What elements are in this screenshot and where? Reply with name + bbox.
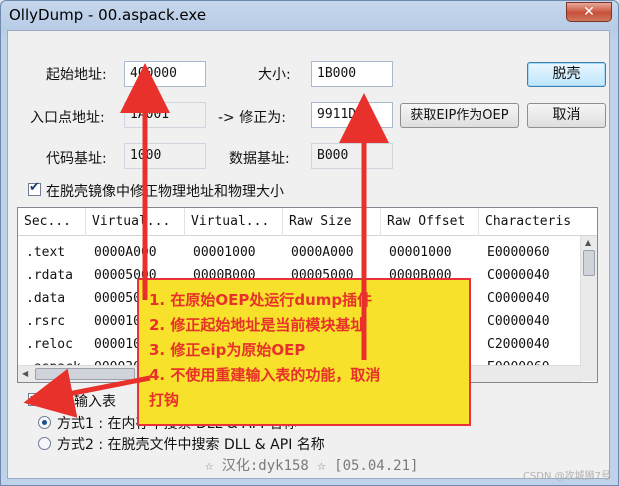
close-button[interactable]: ✕: [566, 2, 612, 22]
table-cell: .reloc: [26, 337, 73, 352]
code-base-label: 代码基址:: [46, 151, 107, 167]
start-address-input[interactable]: 400000: [124, 61, 206, 87]
translator-credit: ☆ 汉化:dyk158 ☆ [05.04.21]: [205, 458, 419, 474]
annotation-callout: 1. 在原始OEP处运行dump插件 2. 修正起始地址是当前模块基址 3. 修…: [137, 278, 471, 426]
col-header-section[interactable]: Sec...: [18, 208, 86, 236]
annotation-line-4: 4. 不使用重建输入表的功能，取消: [149, 366, 381, 384]
rebuild-import-checkbox[interactable]: ✔: [28, 390, 41, 406]
dump-button[interactable]: 脱壳: [527, 62, 606, 87]
size-input[interactable]: 1B000: [311, 61, 393, 87]
table-cell: .text: [26, 245, 66, 260]
modify-to-label: -> 修正为:: [218, 110, 286, 126]
table-cell: 00001000: [193, 245, 256, 260]
table-cell: .rdata: [26, 268, 73, 283]
check-mark-icon: ✔: [29, 390, 40, 405]
fix-raw-checkbox[interactable]: ✔: [28, 180, 41, 196]
annotation-line-3: 3. 修正eip为原始OEP: [149, 341, 306, 359]
get-eip-as-oep-button[interactable]: 获取EIP作为OEP: [400, 103, 519, 128]
window-title: OllyDump - 00.aspack.exe: [9, 6, 207, 24]
modify-oep-input[interactable]: 9911D2: [311, 102, 393, 128]
data-base-label: 数据基址:: [229, 151, 290, 167]
cancel-button[interactable]: 取消: [527, 103, 606, 128]
table-cell: 0000A000: [94, 245, 157, 260]
annotation-line-5: 打钩: [149, 391, 180, 409]
horizontal-scroll-thumb[interactable]: [35, 368, 135, 380]
check-mark-icon: ✔: [29, 180, 40, 195]
table-row[interactable]: .text 0000A000 00001000 0000A000 00001000 E00…: [18, 242, 582, 264]
start-address-label: 起始地址:: [46, 67, 107, 83]
vertical-scroll-thumb[interactable]: [583, 250, 595, 276]
code-base-input[interactable]: 1000: [124, 143, 206, 169]
scroll-up-icon[interactable]: ▲: [585, 238, 591, 247]
annotation-line-2: 2. 修正起始地址是当前模块基址: [149, 316, 366, 334]
col-header-raw-offset[interactable]: Raw Offset: [381, 208, 479, 236]
table-cell: 00001000: [389, 245, 452, 260]
title-bar[interactable]: OllyDump - 00.aspack.exe ✕: [1, 1, 618, 31]
entry-point-label: 入口点地址:: [30, 110, 105, 126]
method2-label: 方式2 : 在脱壳文件中搜索 DLL & API 名称: [57, 437, 325, 453]
entry-point-input[interactable]: 1A001: [124, 102, 206, 128]
table-cell: .data: [26, 291, 66, 306]
watermark: CSDN @攻城狮7号: [522, 471, 611, 482]
table-cell: 0000A000: [291, 245, 354, 260]
fix-raw-label: 在脱壳镜像中修正物理地址和物理大小: [46, 184, 284, 200]
method1-radio[interactable]: [38, 416, 51, 429]
size-label: 大小:: [258, 67, 291, 83]
data-base-input[interactable]: B000: [311, 143, 393, 169]
vertical-scrollbar[interactable]: ▲: [580, 236, 597, 381]
scroll-left-icon[interactable]: ◀: [22, 369, 28, 378]
table-header: Sec... Virtual... Virtual... Raw Size Ra…: [18, 208, 597, 236]
col-header-raw-size[interactable]: Raw Size: [283, 208, 381, 236]
radio-selected-dot: [42, 420, 47, 425]
col-header-virtual-size[interactable]: Virtual...: [86, 208, 185, 236]
annotation-line-1: 1. 在原始OEP处运行dump插件: [149, 291, 373, 309]
col-header-virtual-offset[interactable]: Virtual...: [185, 208, 283, 236]
table-cell: .rsrc: [26, 314, 66, 329]
method2-radio[interactable]: [38, 437, 51, 450]
col-header-characteristics[interactable]: Characteris: [479, 208, 597, 236]
rebuild-import-label: 重建输入表: [46, 394, 116, 410]
